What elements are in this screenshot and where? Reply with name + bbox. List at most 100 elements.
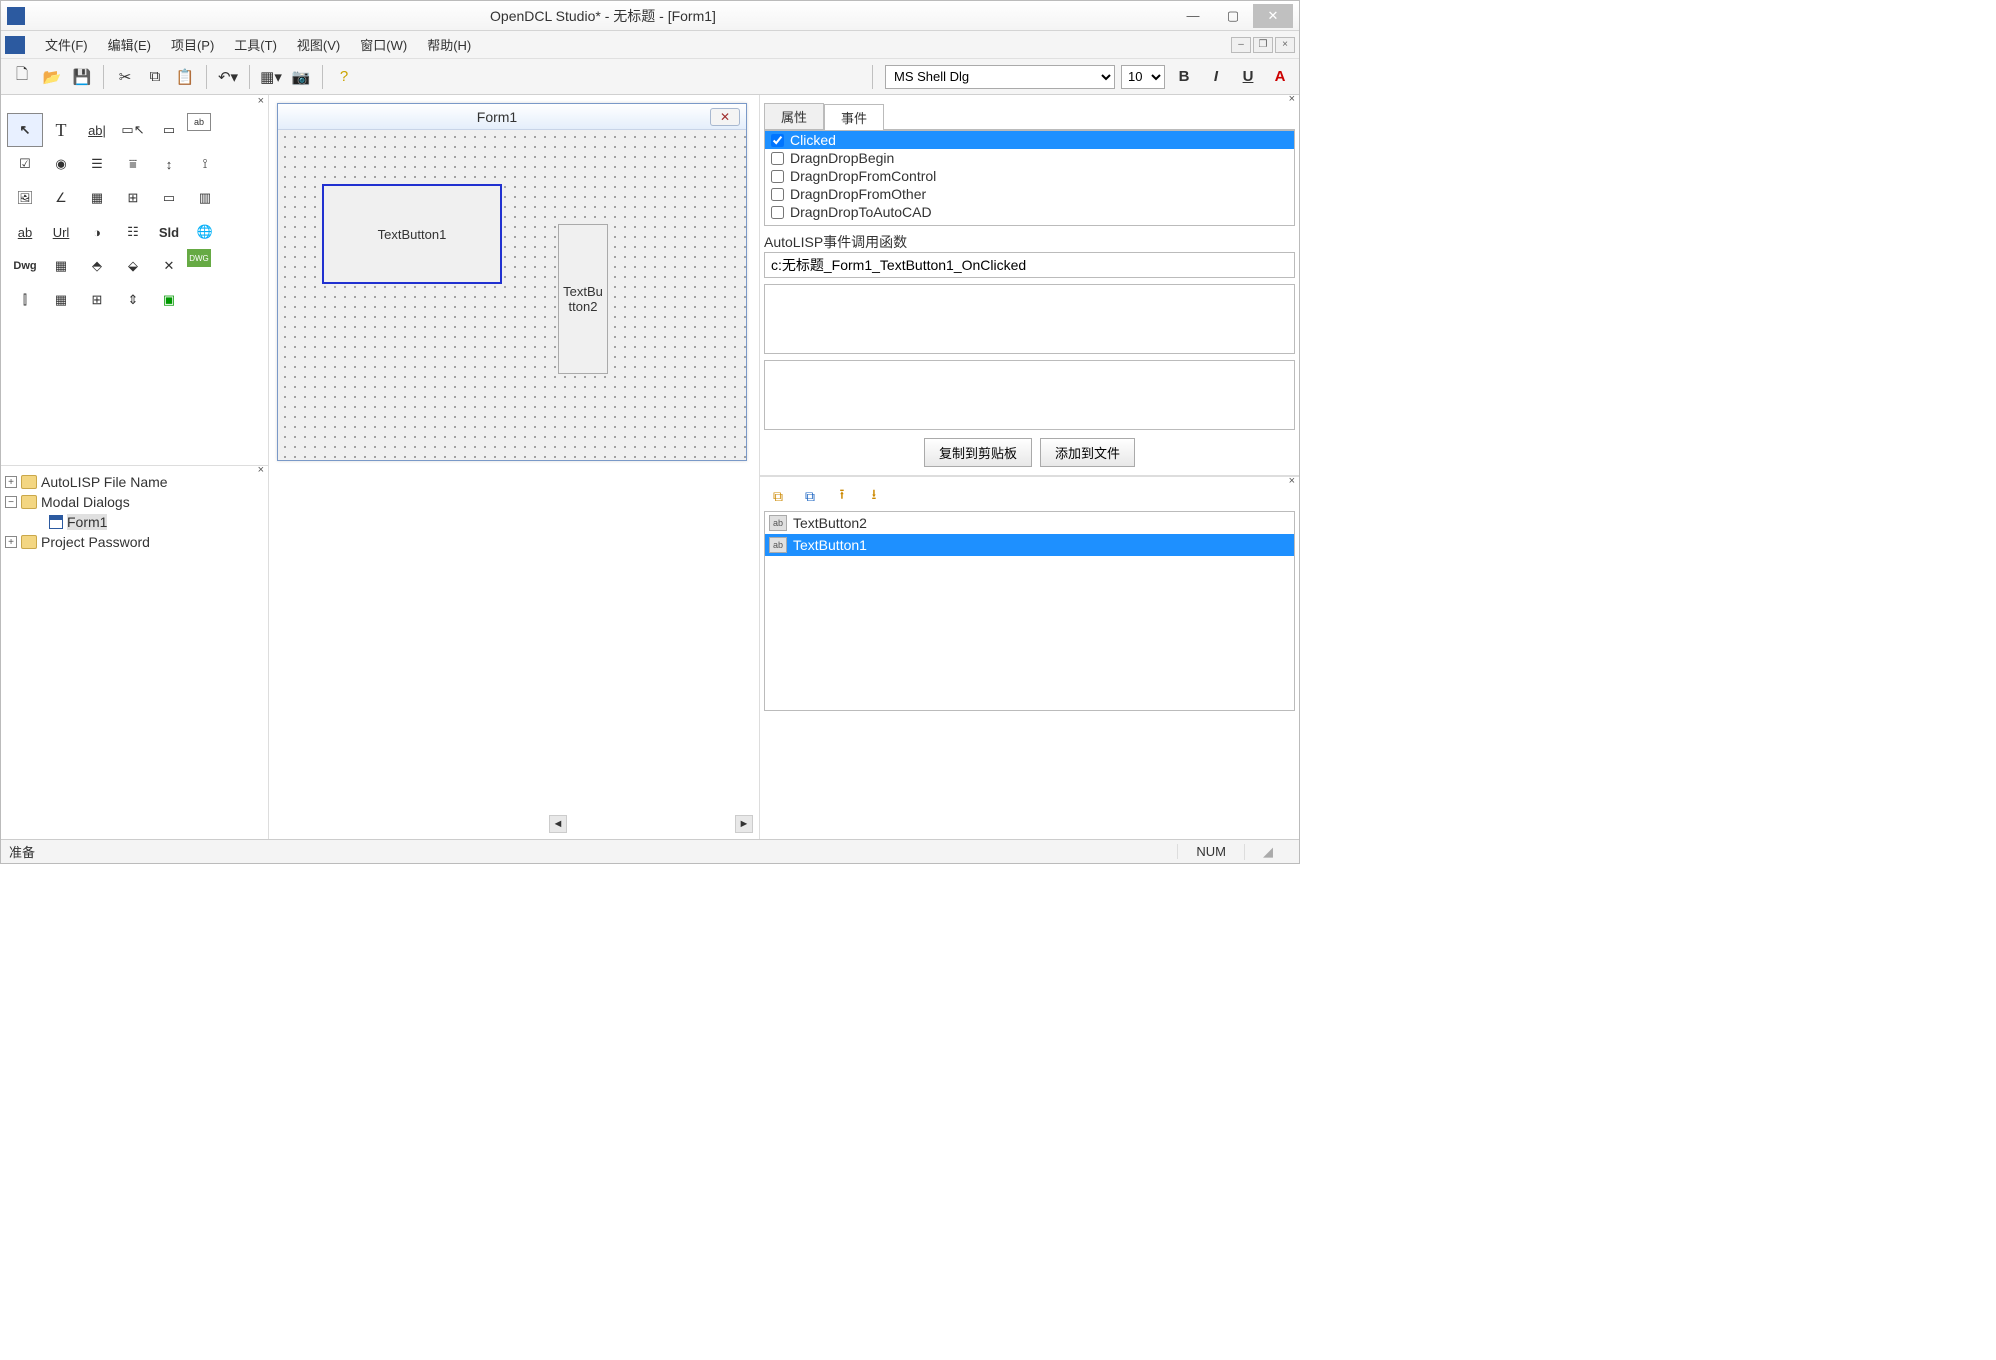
progress-tool[interactable]: ▥: [187, 181, 223, 215]
expand-icon[interactable]: +: [5, 476, 17, 488]
spin-tool[interactable]: ab: [7, 215, 43, 249]
image-tool[interactable]: 🖼: [7, 181, 43, 215]
groupbox-tool[interactable]: ab: [187, 113, 211, 131]
minimize-button[interactable]: —: [1173, 4, 1213, 28]
form-body[interactable]: TextButton1 TextButton2: [278, 130, 746, 460]
event-list[interactable]: Clicked DragnDropBegin DragnDropFromCont…: [764, 130, 1295, 226]
save-button[interactable]: 💾: [69, 64, 95, 90]
design-textbutton1[interactable]: TextButton1: [322, 184, 502, 284]
mdi-close-button[interactable]: ×: [1275, 37, 1295, 53]
collapse-icon[interactable]: −: [5, 496, 17, 508]
checkbox-tool[interactable]: ☑: [7, 147, 43, 181]
frame-tool[interactable]: ▭: [151, 113, 187, 147]
tree-close-icon[interactable]: ×: [258, 465, 264, 476]
hatch-tool[interactable]: ✕: [151, 249, 187, 283]
sld-tool[interactable]: Sld: [151, 215, 187, 249]
button-tool[interactable]: ▭↖: [115, 113, 151, 147]
code-preview-2[interactable]: [764, 360, 1295, 430]
table-tool[interactable]: ▦: [43, 283, 79, 317]
expand-icon[interactable]: +: [5, 536, 17, 548]
mdi-restore-button[interactable]: ❐: [1253, 37, 1273, 53]
new-button[interactable]: 🗋: [9, 64, 35, 90]
event-dragndropfromcontrol[interactable]: DragnDropFromControl: [765, 167, 1294, 185]
scroll-left-icon[interactable]: ◄: [549, 815, 567, 833]
code-preview-1[interactable]: [764, 284, 1295, 354]
slider-tool[interactable]: ⟟: [187, 147, 223, 181]
underline-button[interactable]: U: [1235, 65, 1261, 89]
move-up-button[interactable]: ⭱: [830, 485, 854, 507]
help-button[interactable]: ?: [331, 64, 357, 90]
splitter-h-tool[interactable]: ⇕: [115, 283, 151, 317]
event-dragndroptoautocad[interactable]: DragnDropToAutoCAD: [765, 203, 1294, 221]
block-tool[interactable]: ⬘: [79, 249, 115, 283]
menu-project[interactable]: 项目(P): [161, 33, 224, 56]
menu-file[interactable]: 文件(F): [35, 33, 98, 56]
zorder-close-icon[interactable]: ×: [1289, 475, 1295, 487]
scrollbar-tool[interactable]: ↕: [151, 147, 187, 181]
tree-tool[interactable]: ☷: [115, 215, 151, 249]
add-to-file-button[interactable]: 添加到文件: [1040, 438, 1135, 467]
tree-node-modal-dialogs[interactable]: − Modal Dialogs: [5, 492, 264, 512]
zorder-item-textbutton1[interactable]: ab TextButton1: [765, 534, 1294, 556]
undo-button[interactable]: ↶▾: [215, 64, 241, 90]
design-textbutton2[interactable]: TextButton2: [558, 224, 608, 374]
form-close-button[interactable]: ✕: [710, 108, 740, 126]
toolbox-close-icon[interactable]: ×: [258, 95, 264, 107]
splitter-v-tool[interactable]: ⫿: [7, 283, 43, 317]
font-name-select[interactable]: MS Shell Dlg: [885, 65, 1115, 89]
rect-tool[interactable]: ▭: [151, 181, 187, 215]
label-tool[interactable]: T: [43, 113, 79, 147]
scroll-right-icon[interactable]: ►: [735, 815, 753, 833]
font-color-button[interactable]: A: [1267, 65, 1293, 89]
textbox-tool[interactable]: ab|: [79, 113, 115, 147]
menu-window[interactable]: 窗口(W): [350, 33, 417, 56]
datagrid-tool[interactable]: ⊞: [79, 283, 115, 317]
paste-button[interactable]: 📋: [172, 64, 198, 90]
canvas-hscroll[interactable]: ◄ ►: [549, 815, 753, 833]
italic-button[interactable]: I: [1203, 65, 1229, 89]
dwg-tool[interactable]: Dwg: [7, 249, 43, 283]
tab-events[interactable]: 事件: [824, 104, 884, 130]
menu-edit[interactable]: 编辑(E): [98, 33, 161, 56]
listbox-tool[interactable]: ☰: [79, 147, 115, 181]
menu-view[interactable]: 视图(V): [287, 33, 350, 56]
font-size-select[interactable]: 10: [1121, 65, 1165, 89]
event-checkbox[interactable]: [771, 206, 784, 219]
function-name-input[interactable]: [764, 252, 1295, 278]
bring-front-button[interactable]: ⧉: [766, 485, 790, 507]
cut-button[interactable]: ✂: [112, 64, 138, 90]
event-dragndropfromother[interactable]: DragnDropFromOther: [765, 185, 1294, 203]
calendar-tool[interactable]: ▦: [79, 181, 115, 215]
event-checkbox[interactable]: [771, 152, 784, 165]
event-clicked[interactable]: Clicked: [765, 131, 1294, 149]
maximize-button[interactable]: ▢: [1213, 4, 1253, 28]
form-designer-window[interactable]: Form1 ✕ TextButton1 TextButton2: [277, 103, 747, 461]
odcl-tool[interactable]: ⬙: [115, 249, 151, 283]
crop-tool[interactable]: ▣: [151, 283, 187, 317]
tab-attributes[interactable]: 属性: [764, 103, 824, 129]
mdi-minimize-button[interactable]: –: [1231, 37, 1251, 53]
globe-tool[interactable]: 🌐: [187, 215, 223, 249]
send-back-button[interactable]: ⧉: [798, 485, 822, 507]
url-tool[interactable]: Url: [43, 215, 79, 249]
pointer-tool[interactable]: ↖: [7, 113, 43, 147]
camera-button[interactable]: 📷: [288, 64, 314, 90]
angle-tool[interactable]: ∠: [43, 181, 79, 215]
props-close-icon[interactable]: ×: [1289, 95, 1295, 105]
zorder-item-textbutton2[interactable]: ab TextButton2: [765, 512, 1294, 534]
radio-tool[interactable]: ◉: [43, 147, 79, 181]
dwgpreview-tool[interactable]: DWG: [187, 249, 211, 267]
tree-node-autolisp[interactable]: + AutoLISP File Name: [5, 472, 264, 492]
copy-clipboard-button[interactable]: 复制到剪贴板: [924, 438, 1032, 467]
event-checkbox[interactable]: [771, 170, 784, 183]
tree-node-form1[interactable]: Form1: [5, 512, 264, 532]
move-down-button[interactable]: ⭳: [862, 485, 886, 507]
copy-button[interactable]: ⧉: [142, 64, 168, 90]
menu-help[interactable]: 帮助(H): [417, 33, 481, 56]
zorder-list[interactable]: ab TextButton2 ab TextButton1: [764, 511, 1295, 711]
close-button[interactable]: ✕: [1253, 4, 1293, 28]
event-checkbox[interactable]: [771, 188, 784, 201]
event-checkbox[interactable]: [771, 134, 784, 147]
bold-button[interactable]: B: [1171, 65, 1197, 89]
tab-tool[interactable]: ◑: [79, 215, 115, 249]
